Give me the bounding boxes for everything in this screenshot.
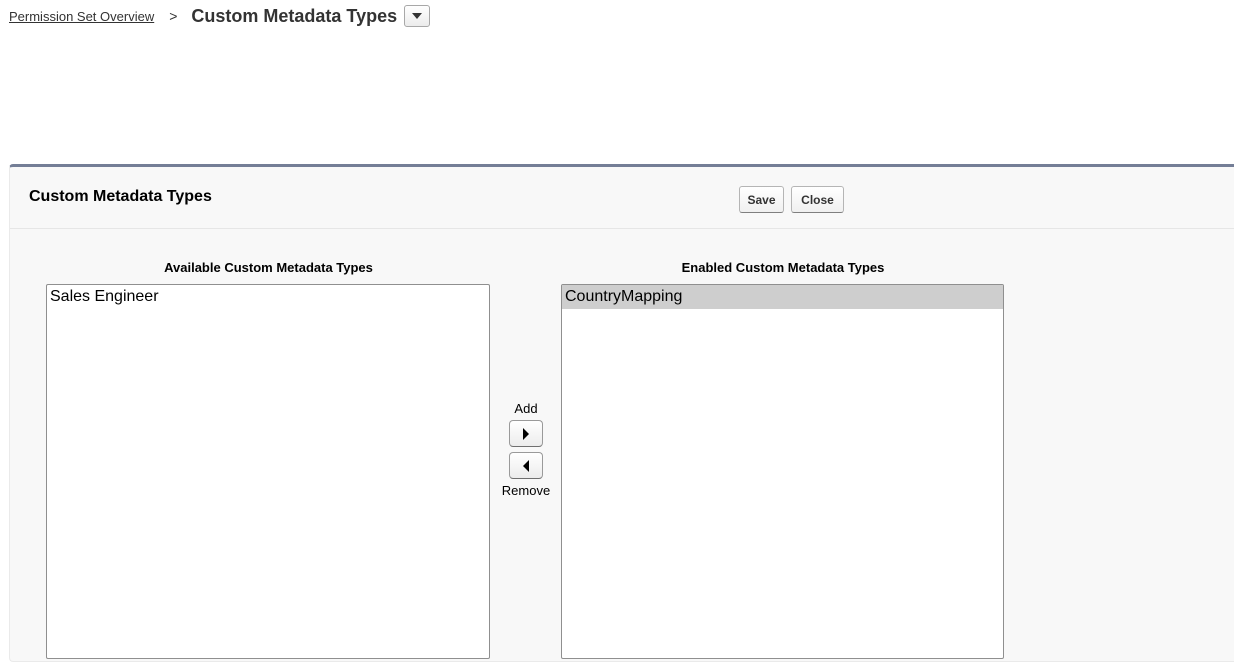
save-button[interactable]: Save xyxy=(739,186,784,213)
panel-header: Custom Metadata Types Save Close xyxy=(10,167,1234,229)
available-types-listbox[interactable]: Sales Engineer xyxy=(46,284,490,659)
close-button[interactable]: Close xyxy=(791,186,844,213)
breadcrumb-separator: > xyxy=(169,8,178,24)
enabled-types-listbox[interactable]: CountryMapping xyxy=(561,284,1004,659)
add-button[interactable] xyxy=(509,420,543,447)
chevron-down-icon xyxy=(412,13,423,19)
custom-metadata-types-panel: Custom Metadata Types Save Close Availab… xyxy=(9,164,1234,662)
breadcrumb: Permission Set Overview > Custom Metadat… xyxy=(9,0,431,32)
page-menu-dropdown-button[interactable] xyxy=(404,5,431,27)
breadcrumb-link-permission-set-overview[interactable]: Permission Set Overview xyxy=(9,9,154,24)
list-option[interactable]: CountryMapping xyxy=(562,285,1003,309)
add-remove-controls: Add Remove xyxy=(496,401,556,499)
remove-label: Remove xyxy=(501,483,551,498)
page-title: Custom Metadata Types xyxy=(191,5,398,26)
panel-title: Custom Metadata Types xyxy=(29,188,212,205)
add-label: Add xyxy=(514,401,538,416)
enabled-types-label: Enabled Custom Metadata Types xyxy=(681,260,885,275)
arrow-right-icon xyxy=(523,427,529,440)
available-types-label: Available Custom Metadata Types xyxy=(164,260,373,275)
arrow-left-icon xyxy=(523,459,529,472)
list-option[interactable]: Sales Engineer xyxy=(47,285,489,309)
remove-button[interactable] xyxy=(509,452,543,479)
